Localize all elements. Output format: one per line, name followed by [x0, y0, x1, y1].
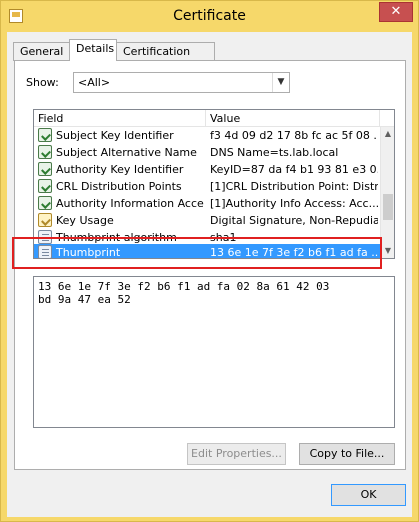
show-label: Show: [26, 76, 59, 89]
certificate-field-icon [38, 179, 52, 193]
value-line: 13 6e 1e 7f 3e f2 b6 f1 ad fa 02 8a 61 4… [38, 280, 330, 293]
scroll-down-icon[interactable]: ▼ [381, 244, 394, 258]
field-name: Authority Information Access [56, 197, 204, 210]
certificate-field-icon [38, 196, 52, 210]
chevron-down-icon[interactable]: ▼ [272, 73, 289, 92]
field-value: DNS Name=ts.lab.local [210, 146, 339, 159]
list-item[interactable]: CRL Distribution Points [1]CRL Distribut… [34, 178, 380, 195]
column-header-value[interactable]: Value [206, 110, 380, 127]
field-name: Authority Key Identifier [56, 163, 184, 176]
key-icon [38, 213, 52, 227]
field-name: Key Usage [56, 214, 114, 227]
list-item[interactable]: Key Usage Digital Signature, Non-Repudia… [34, 212, 380, 229]
show-select-value: <All> [78, 76, 111, 89]
field-name: Subject Key Identifier [56, 129, 174, 142]
list-item[interactable]: Subject Alternative Name DNS Name=ts.lab… [34, 144, 380, 161]
tab-details[interactable]: Details [69, 39, 117, 61]
dialog-body: General Details Certification Path Show:… [7, 32, 412, 517]
certificate-window: Certificate ✕ General Details Certificat… [0, 0, 419, 522]
show-select[interactable]: <All> ▼ [73, 72, 290, 93]
list-item[interactable]: Authority Information Access [1]Authorit… [34, 195, 380, 212]
field-name: Subject Alternative Name [56, 146, 197, 159]
copy-to-file-button[interactable]: Copy to File... [299, 443, 395, 465]
ok-button[interactable]: OK [331, 484, 406, 506]
field-value: KeyID=87 da f4 b1 93 81 e3 0... [210, 163, 378, 176]
column-header-field[interactable]: Field [34, 110, 206, 127]
window-title: Certificate [173, 8, 246, 24]
certificate-field-icon [38, 128, 52, 142]
field-value: f3 4d 09 d2 17 8b fc ac 5f 08 ... [210, 129, 378, 142]
field-value: [1]CRL Distribution Point: Distr... [210, 180, 378, 193]
list-item[interactable]: Authority Key Identifier KeyID=87 da f4 … [34, 161, 380, 178]
list-scrollbar[interactable]: ▲ ▼ [380, 127, 394, 258]
list-header: Field Value [34, 110, 394, 127]
certificate-field-icon [38, 145, 52, 159]
edit-properties-button[interactable]: Edit Properties... [187, 443, 286, 465]
field-value: [1]Authority Info Access: Acc... [210, 197, 378, 210]
tab-certification-path[interactable]: Certification Path [116, 42, 215, 72]
field-value: Digital Signature, Non-Repudia... [210, 214, 378, 227]
highlight-annotation [12, 237, 382, 269]
scroll-up-icon[interactable]: ▲ [381, 127, 394, 141]
field-value-textbox[interactable]: 13 6e 1e 7f 3e f2 b6 f1 ad fa 02 8a 61 4… [33, 276, 395, 428]
certificate-field-icon [38, 162, 52, 176]
field-name: CRL Distribution Points [56, 180, 182, 193]
tab-general[interactable]: General [13, 42, 70, 61]
scrollbar-thumb[interactable] [383, 194, 393, 220]
close-button[interactable]: ✕ [379, 2, 413, 22]
list-item[interactable]: Subject Key Identifier f3 4d 09 d2 17 8b… [34, 127, 380, 144]
title-bar[interactable]: Certificate ✕ [1, 1, 418, 31]
value-line: bd 9a 47 ea 52 [38, 293, 131, 306]
